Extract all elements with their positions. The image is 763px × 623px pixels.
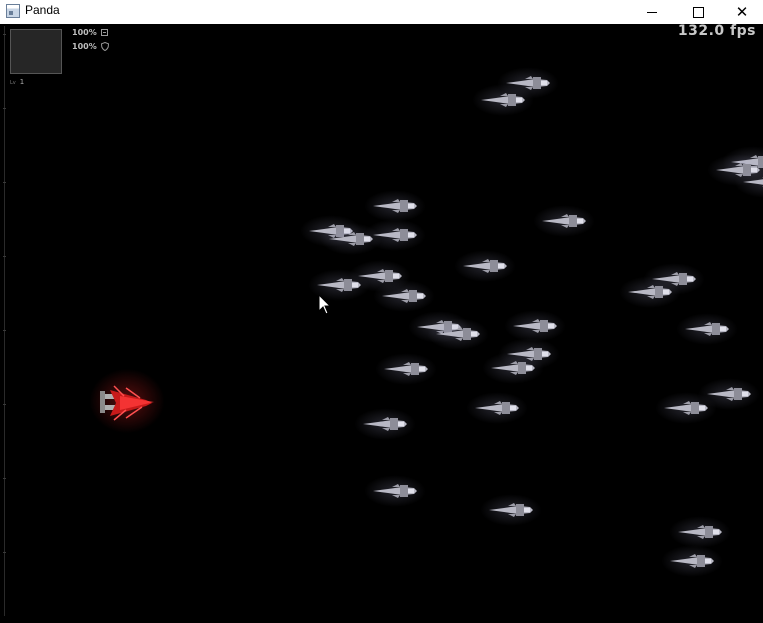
scale-tick <box>3 552 6 553</box>
scale-tick <box>3 404 6 405</box>
minimap <box>10 29 62 74</box>
maximize-icon <box>692 6 704 18</box>
level-label: Lv <box>10 80 16 86</box>
close-icon: ✕ <box>735 2 749 21</box>
player-ship <box>86 366 168 436</box>
enemy-ship <box>427 318 489 350</box>
window-titlebar: Panda ✕ <box>0 0 763 25</box>
enemy-ship <box>619 276 681 308</box>
enemy-ship <box>373 280 435 312</box>
enemy-ship <box>308 269 370 301</box>
level-indicator: Lv 1 <box>10 78 24 86</box>
level-value: 1 <box>19 78 25 86</box>
shield-value: 100% <box>72 42 97 51</box>
scale-tick <box>3 256 6 257</box>
enemy-ship <box>364 219 426 251</box>
enemy-ship <box>661 545 723 577</box>
enemy-ship <box>480 494 542 526</box>
minimize-button[interactable] <box>629 0 675 24</box>
health-value: 100% <box>72 28 97 37</box>
scale-tick <box>3 34 6 35</box>
health-icon <box>100 29 108 36</box>
minimize-icon <box>647 11 657 13</box>
fps-counter: 132.0 fps <box>677 24 756 39</box>
scale-tick <box>3 182 6 183</box>
enemy-ship <box>364 190 426 222</box>
enemy-ship <box>676 313 738 345</box>
enemy-ship <box>354 408 416 440</box>
maximize-button[interactable] <box>675 0 721 24</box>
left-edge-scale <box>4 26 5 616</box>
scale-tick <box>3 478 6 479</box>
enemy-ship <box>375 353 437 385</box>
enemy-ship <box>734 166 763 198</box>
enemy-ship <box>454 250 516 282</box>
game-viewport[interactable]: 100% 100% Lv 1 132.0 fps <box>0 24 763 623</box>
window-title: Panda <box>25 3 60 17</box>
shield-stat: 100% <box>72 42 109 51</box>
enemy-ship <box>669 516 731 548</box>
scale-tick <box>3 330 6 331</box>
enemy-ship <box>466 392 528 424</box>
enemy-ship <box>655 392 717 424</box>
health-stat: 100% <box>72 28 108 37</box>
enemy-ship <box>504 310 566 342</box>
enemy-ship <box>482 352 544 384</box>
enemy-ship <box>533 205 595 237</box>
enemy-ship <box>472 84 534 116</box>
close-button[interactable]: ✕ <box>719 0 763 24</box>
app-window-icon <box>6 4 20 18</box>
shield-icon <box>100 42 109 51</box>
enemy-ship <box>364 475 426 507</box>
scale-tick <box>3 108 6 109</box>
